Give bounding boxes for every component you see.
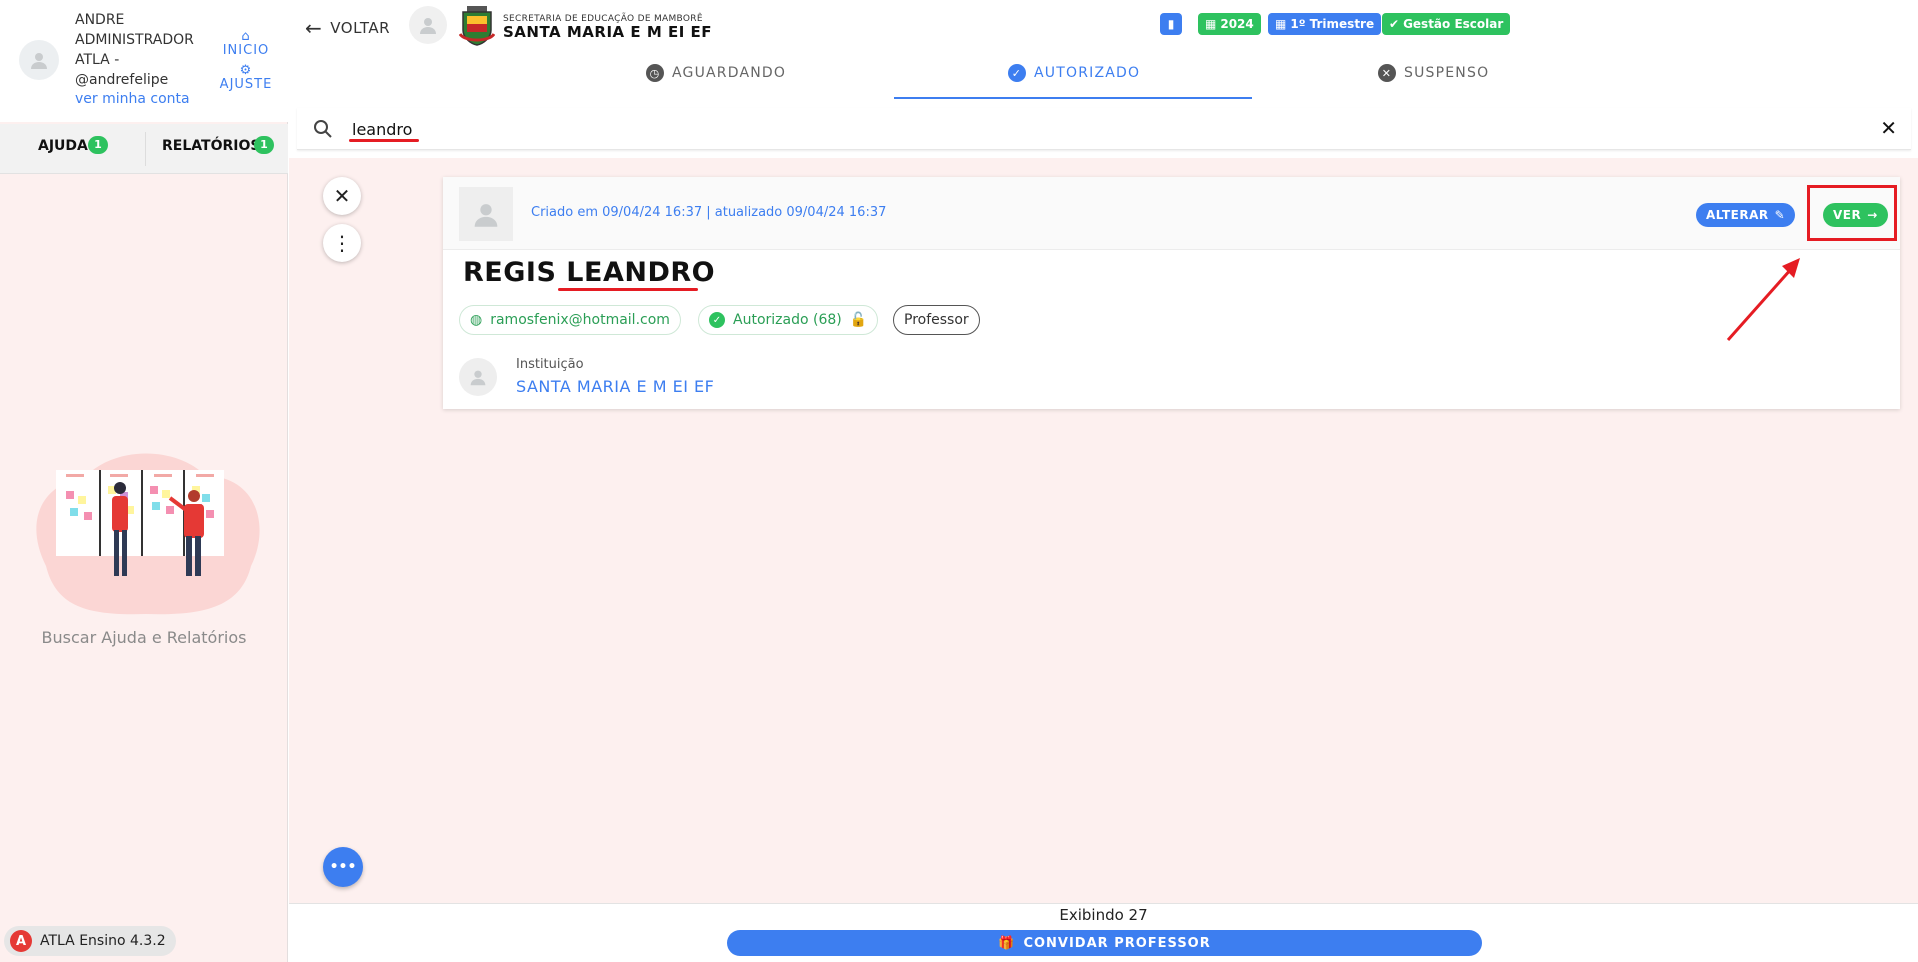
institution-avatar — [459, 358, 497, 396]
search-bar: ✕ — [297, 108, 1911, 150]
user-box: ANDRE ADMINISTRADOR ATLA - @andrefelipe … — [0, 0, 288, 122]
back-label: VOLTAR — [330, 19, 391, 37]
user-icon — [31, 53, 47, 69]
email-pill[interactable]: ◍ ramosfenix@hotmail.com — [459, 305, 681, 335]
header: ← VOLTAR SECRETARIA DE EDUCAÇÃO DE MAMBO… — [289, 0, 1918, 106]
tab-suspenso[interactable]: ✕ SUSPENSO — [1378, 64, 1489, 82]
institution-link[interactable]: SANTA MARIA E M EI EF — [516, 377, 714, 396]
tab-aguardando-label: AGUARDANDO — [672, 65, 787, 81]
municipal-crest-icon — [459, 6, 495, 46]
user-avatar[interactable] — [19, 40, 59, 80]
search-annotation-underline — [349, 139, 419, 142]
active-tab-indicator — [894, 97, 1252, 99]
bar-chart-icon: ▮ — [1167, 17, 1175, 31]
alterar-button[interactable]: ALTERAR ✎ — [1696, 203, 1796, 227]
help-text: Buscar Ajuda e Relatórios — [41, 628, 247, 647]
role-label: Professor — [904, 312, 969, 328]
ajuda-badge: 1 — [88, 136, 108, 154]
home-icon: ⌂ — [241, 29, 251, 44]
gift-icon: 🎁 — [998, 935, 1016, 951]
invite-label: CONVIDAR PROFESSOR — [1023, 935, 1211, 951]
ajuste-label: AJUSTE — [219, 77, 273, 92]
annotation-arrow-icon — [1726, 258, 1800, 341]
person-name: REGIS LEANDRO — [463, 257, 715, 288]
fab-more-button[interactable]: ••• — [323, 847, 363, 887]
person-last-name: LEANDRO — [566, 257, 716, 288]
footer: Exibindo 27 🎁 CONVIDAR PROFESSOR — [289, 903, 1918, 962]
user-name: ANDRE ADMINISTRADOR ATLA - @andrefelipe — [75, 12, 194, 88]
module-chip[interactable]: ✔ Gestão Escolar — [1382, 13, 1511, 35]
tab-relatorios-label: RELATÓRIOS — [162, 138, 261, 154]
year-chip-label: 2024 — [1220, 17, 1254, 31]
tab-aguardando[interactable]: ◷ AGUARDANDO — [646, 64, 786, 82]
period-chip[interactable]: ▦ 1º Trimestre — [1268, 13, 1382, 35]
user-icon — [470, 370, 486, 386]
tab-ajuda-label: AJUDA — [38, 138, 88, 154]
year-chip[interactable]: ▦ 2024 — [1198, 13, 1261, 35]
inicio-label: INICIO — [222, 43, 270, 58]
arrow-left-icon: ← — [305, 16, 323, 40]
tab-divider — [145, 132, 146, 166]
clock-icon: ◷ — [646, 64, 664, 82]
close-icon: ✕ — [333, 184, 351, 208]
more-vertical-icon: ⋮ — [332, 231, 352, 255]
unlock-icon: 🔓 — [849, 312, 868, 328]
invite-professor-button[interactable]: 🎁 CONVIDAR PROFESSOR — [727, 930, 1482, 956]
x-circle-icon: ✕ — [1378, 64, 1396, 82]
role-pill[interactable]: Professor — [893, 305, 980, 335]
tab-autorizado-label: AUTORIZADO — [1034, 65, 1141, 81]
person-first-name: REGIS — [463, 257, 557, 288]
check-circle-icon: ✓ — [1008, 64, 1026, 82]
status-pill[interactable]: ✓ Autorizado (68) 🔓 — [698, 305, 879, 335]
name-annotation-underline — [558, 288, 698, 291]
globe-icon: ◍ — [470, 312, 483, 328]
close-button[interactable]: ✕ — [323, 177, 361, 215]
check-circle-icon: ✓ — [709, 312, 725, 328]
user-icon — [474, 204, 498, 227]
clear-search-icon[interactable]: ✕ — [1880, 116, 1897, 140]
user-icon — [420, 18, 436, 34]
version-badge[interactable]: A ATLA Ensino 4.3.2 — [4, 926, 176, 956]
tab-ajuda[interactable]: AJUDA — [38, 138, 88, 154]
edit-icon: ✎ — [1774, 208, 1786, 222]
org-name: SANTA MARIA E M EI EF — [503, 23, 713, 41]
atla-logo-icon: A — [10, 930, 32, 952]
sidebar: ANDRE ADMINISTRADOR ATLA - @andrefelipe … — [0, 0, 288, 962]
relatorios-badge: 1 — [254, 136, 274, 154]
help-illustration — [36, 453, 260, 615]
back-button[interactable]: ← VOLTAR — [305, 16, 390, 40]
user-card: Criado em 09/04/24 16:37 | atualizado 09… — [443, 177, 1900, 409]
chart-chip[interactable]: ▮ — [1160, 13, 1182, 35]
calendar-icon: ▦ — [1205, 17, 1217, 31]
status-label: Autorizado (68) — [733, 312, 842, 328]
module-chip-label: Gestão Escolar — [1403, 17, 1504, 31]
card-header: Criado em 09/04/24 16:37 | atualizado 09… — [443, 177, 1900, 250]
period-chip-label: 1º Trimestre — [1290, 17, 1375, 31]
header-avatar[interactable] — [409, 6, 447, 44]
check-icon: ✔ — [1389, 17, 1400, 31]
tab-relatorios[interactable]: RELATÓRIOS — [162, 138, 260, 154]
card-dates: Criado em 09/04/24 16:37 | atualizado 09… — [531, 205, 887, 220]
gear-icon: ⚙ — [239, 63, 253, 78]
version-label: ATLA Ensino 4.3.2 — [40, 933, 166, 949]
search-icon — [314, 120, 332, 138]
alterar-label: ALTERAR — [1706, 208, 1769, 222]
account-link[interactable]: ver minha conta — [75, 91, 190, 107]
sidebar-tabs: AJUDA 1 RELATÓRIOS 1 — [0, 124, 288, 174]
institution-label: Instituição — [516, 357, 584, 372]
tab-suspenso-label: SUSPENSO — [1404, 65, 1490, 81]
search-input[interactable] — [352, 116, 1832, 142]
tab-autorizado[interactable]: ✓ AUTORIZADO — [1008, 64, 1140, 82]
result-count: Exibindo 27 — [1059, 906, 1148, 924]
inicio-button[interactable]: ⌂ INICIO — [218, 30, 274, 58]
ajuste-button[interactable]: ⚙ AJUSTE — [218, 64, 274, 92]
more-options-button[interactable]: ⋮ — [323, 224, 361, 262]
more-horizontal-icon: ••• — [329, 859, 357, 875]
ver-highlight-box — [1807, 185, 1897, 241]
calendar-icon: ▦ — [1275, 17, 1287, 31]
card-avatar[interactable] — [459, 187, 513, 241]
email-label: ramosfenix@hotmail.com — [490, 312, 670, 328]
